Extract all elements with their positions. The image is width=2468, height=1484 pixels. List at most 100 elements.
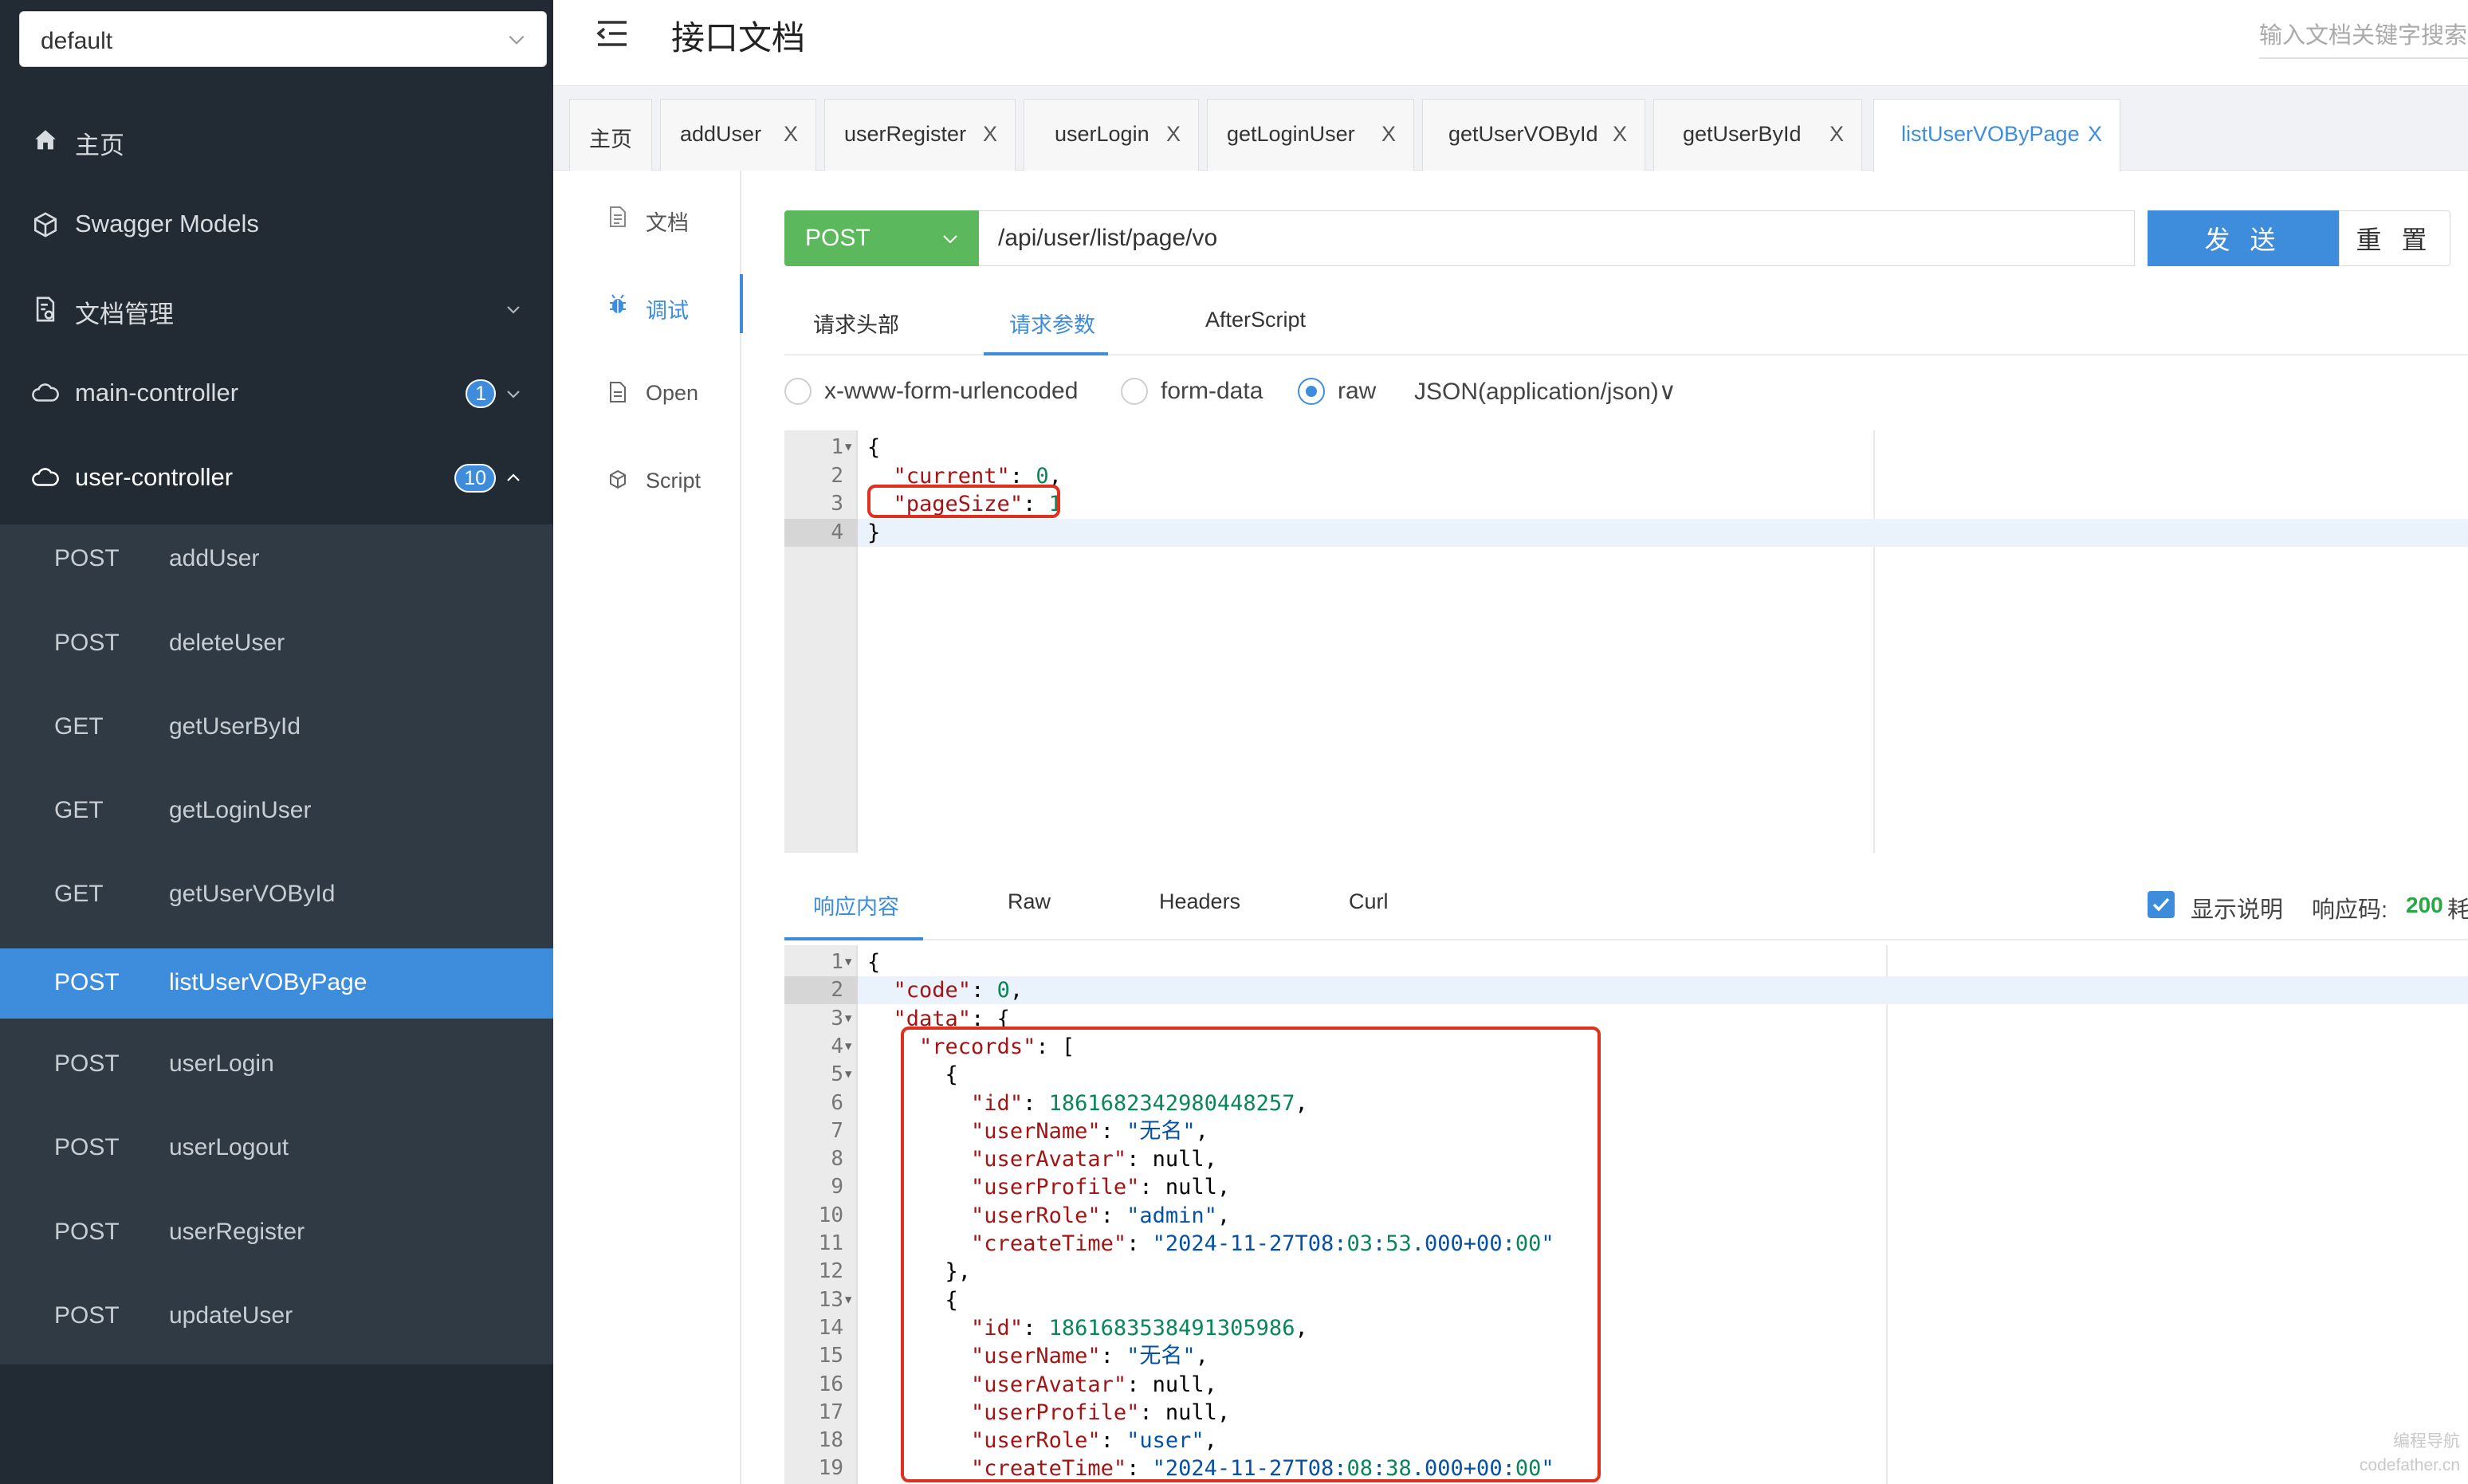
response-body-editor[interactable]: 1 ▼{2 "code": 0, 3 ▼ "data": {4 ▼ "records":…	[784, 945, 2468, 1484]
fold-toggle-icon[interactable]: ▼	[845, 1061, 851, 1089]
line-number: 7	[831, 1118, 843, 1143]
nav-home-label: 主页	[75, 132, 124, 159]
operation-method: POST	[54, 1050, 120, 1077]
menu-fold-icon[interactable]	[595, 18, 630, 49]
tab-get-user-vo-by-id[interactable]: getUserVOById X	[1422, 99, 1645, 171]
http-method-select[interactable]: POST	[784, 210, 979, 266]
watermark-line: codefather.cn	[2359, 1456, 2460, 1474]
operation-method: GET	[54, 713, 104, 740]
elapsed-time-label: 耗	[2447, 897, 2468, 923]
operation-name: listUserVOByPage	[169, 969, 367, 995]
tab-after-script[interactable]: AfterScript	[1205, 308, 1306, 332]
menu-open[interactable]: Open	[553, 362, 741, 450]
operation-user-logout[interactable]: POST userLogout	[0, 1113, 553, 1184]
group-select[interactable]: default	[19, 11, 547, 67]
line-number: 4	[831, 1034, 843, 1058]
operation-delete-user[interactable]: POST deleteUser	[0, 609, 553, 679]
operation-get-user-vo-by-id[interactable]: GET getUserVOById	[0, 860, 553, 930]
fold-toggle-icon[interactable]: ▼	[845, 1286, 851, 1314]
close-icon[interactable]: X	[1829, 122, 1844, 147]
line-number: 3	[831, 492, 843, 516]
menu-script[interactable]: Script	[553, 450, 741, 537]
doc-search-input[interactable]	[2259, 14, 2468, 59]
operation-method: POST	[54, 969, 120, 995]
cloud-icon	[32, 468, 59, 486]
operation-add-user[interactable]: POST addUser	[0, 524, 553, 595]
request-url-input[interactable]	[979, 210, 2135, 266]
tab-user-register[interactable]: userRegister X	[824, 99, 1016, 171]
line-number: 19	[818, 1456, 843, 1481]
tab-user-login[interactable]: userLogin X	[1024, 99, 1199, 171]
chevron-down-icon	[507, 391, 520, 398]
line-number: 16	[818, 1372, 843, 1396]
nav-swagger-models[interactable]: Swagger Models	[0, 183, 553, 266]
close-icon[interactable]: X	[983, 122, 997, 147]
operation-name: getLoginUser	[169, 797, 312, 823]
nav-user-controller[interactable]: user-controller 10	[0, 437, 553, 520]
tab-add-user[interactable]: addUser X	[660, 99, 816, 171]
reset-button[interactable]: 重 置	[2339, 210, 2450, 266]
tab-request-params[interactable]: 请求参数	[1009, 308, 1095, 339]
line-number: 3	[831, 1006, 843, 1031]
operation-user-login[interactable]: POST userLogin	[0, 1030, 553, 1100]
close-icon[interactable]: X	[1166, 122, 1181, 147]
fold-toggle-icon[interactable]: ▼	[845, 948, 851, 976]
menu-debug[interactable]: 调试	[553, 274, 743, 362]
document-icon	[610, 206, 626, 227]
tab-response-curl[interactable]: Curl	[1349, 889, 1389, 914]
tab-label: userLogin	[1055, 122, 1150, 146]
operation-method: GET	[54, 797, 104, 823]
close-icon[interactable]: X	[1381, 122, 1396, 147]
operation-list-user-vo-by-page[interactable]: POST listUserVOByPage	[0, 948, 553, 1019]
send-button[interactable]: 发 送	[2148, 210, 2339, 266]
checkbox-checked[interactable]	[2148, 891, 2175, 918]
content-type-select[interactable]: JSON(application/json)∨	[1414, 378, 1676, 406]
code-line: 1 ▼ {	[784, 434, 2468, 461]
doc-mode-menu: 文档 调试 Open Script	[553, 171, 743, 1484]
operation-update-user[interactable]: POST updateUser	[0, 1282, 553, 1352]
tab-response-content[interactable]: 响应内容	[813, 889, 899, 921]
operation-method: GET	[54, 881, 104, 907]
tab-request-headers[interactable]: 请求头部	[813, 308, 899, 339]
code-line: 1 ▼ {	[784, 948, 2468, 976]
tab-get-user-by-id[interactable]: getUserById X	[1653, 99, 1862, 171]
line-number: 9	[831, 1175, 843, 1199]
fold-toggle-icon[interactable]: ▼	[845, 1033, 851, 1061]
fold-toggle-icon[interactable]: ▼	[845, 434, 851, 461]
tab-get-login-user[interactable]: getLoginUser X	[1207, 99, 1414, 171]
tab-response-raw[interactable]: Raw	[1008, 889, 1051, 914]
operation-user-register[interactable]: POST userRegister	[0, 1198, 553, 1268]
operation-get-login-user[interactable]: GET getLoginUser	[0, 776, 553, 846]
operation-name: userLogout	[169, 1134, 289, 1160]
top-header: 接口文档	[553, 0, 2468, 86]
line-number: 5	[831, 1062, 843, 1087]
close-icon[interactable]: X	[784, 122, 798, 147]
nav-doc-manage[interactable]: 文档管理	[0, 268, 553, 351]
nav-main-controller-label: main-controller	[75, 379, 239, 406]
code-text: "code": 0,	[893, 978, 1024, 1003]
line-number: 1	[831, 435, 843, 459]
tab-response-headers[interactable]: Headers	[1159, 889, 1240, 914]
close-icon[interactable]: X	[2088, 122, 2102, 147]
tab-home[interactable]: 主页	[569, 99, 652, 171]
tab-list-user-vo-by-page[interactable]: listUserVOByPage X	[1873, 99, 2120, 172]
request-body-editor[interactable]: 1 ▼{2 "current": 0, 3 "pageSize": 1 4}	[784, 430, 2468, 853]
close-icon[interactable]: X	[1613, 122, 1627, 147]
tab-label: addUser	[680, 122, 762, 146]
watermark: 编程导航 codefather.cn	[2360, 1430, 2460, 1478]
radio-circle	[1121, 378, 1148, 405]
nav-user-controller-label: user-controller	[75, 463, 234, 491]
radio-label: raw	[1338, 378, 1377, 404]
radio-circle	[784, 378, 812, 405]
group-select-value: default	[41, 28, 113, 54]
fold-toggle-icon[interactable]: ▼	[845, 1005, 851, 1033]
menu-open-label: Open	[646, 381, 699, 405]
operation-get-user-by-id[interactable]: GET getUserById	[0, 693, 553, 763]
operation-method: POST	[54, 1302, 120, 1329]
line-number: 2	[784, 976, 858, 1005]
body-type-row: x-www-form-urlencoded form-data raw JSON…	[784, 375, 1741, 406]
menu-doc[interactable]: 文档	[553, 186, 741, 274]
tab-label: getLoginUser	[1227, 122, 1355, 146]
nav-main-controller[interactable]: main-controller 1	[0, 352, 553, 435]
nav-home[interactable]: 主页	[0, 99, 553, 182]
